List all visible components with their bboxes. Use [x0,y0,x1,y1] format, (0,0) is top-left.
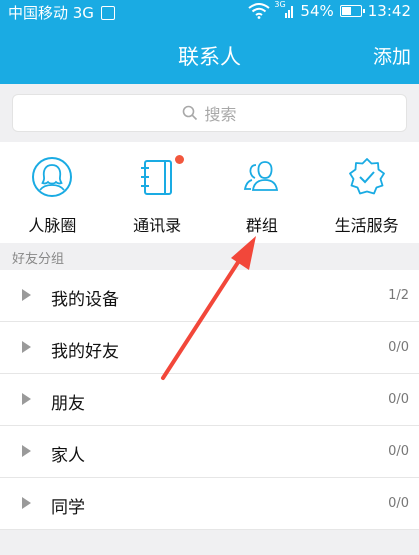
status-right: 3G 54% 13:42 [248,0,411,20]
add-button[interactable]: 添加 [373,42,411,69]
search-area: 搜索 [0,84,419,142]
group-name: 家人 [51,446,85,466]
verified-badge-icon [348,158,385,195]
group-name: 朋友 [51,394,85,414]
battery-percent: 54% [300,2,334,20]
group-name: 同学 [51,498,85,518]
shortcut-label: 人脉圈 [28,216,77,235]
expand-arrow-icon [22,289,31,301]
battery-fill [341,7,351,15]
group-count: 0/0 [388,392,409,407]
shortcut-label: 生活服务 [334,216,399,235]
shortcut-life-services[interactable]: 生活服务 [314,142,419,243]
shortcut-label: 群组 [245,216,278,235]
list-item[interactable]: 我的好友 0/0 [0,322,419,374]
group-icon [243,161,278,191]
status-bar: 中国移动 3G 3G 54% 13:42 [0,0,419,24]
shortcut-groups[interactable]: 群组 [210,142,315,243]
carrier-label: 中国移动 3G [8,2,115,23]
expand-arrow-icon [22,341,31,353]
cell-signal-icon: 3G [274,0,294,19]
list-item[interactable]: 朋友 0/0 [0,374,419,426]
group-count: 0/0 [388,444,409,459]
group-count: 1/2 [388,288,409,303]
list-item[interactable]: 家人 0/0 [0,426,419,478]
search-input[interactable]: 搜索 [12,94,407,132]
title-bar: 联系人 添加 [0,24,419,84]
group-name: 我的设备 [51,290,119,310]
person-circle-icon [32,157,73,197]
carrier-text: 中国移动 3G [8,4,94,22]
group-count: 0/0 [388,340,409,355]
shortcut-contacts-circle[interactable]: 人脉圈 [0,142,105,243]
group-count: 0/0 [388,496,409,511]
wifi-icon [248,3,271,19]
search-icon [183,105,198,121]
address-book-icon [141,160,173,195]
battery-icon [339,5,365,17]
list-item[interactable]: 同学 0/0 [0,478,419,530]
sim-icon [100,6,115,20]
expand-arrow-icon [22,445,31,457]
section-header: 好友分组 [12,252,65,267]
clock: 13:42 [367,2,411,20]
notification-badge [174,155,184,164]
shortcut-bar: 人脉圈 通讯录 群组 生活服务 [0,142,419,243]
expand-arrow-icon [22,497,31,509]
shortcut-label: 通讯录 [133,216,182,235]
search-placeholder: 搜索 [204,105,237,124]
group-list: 我的设备 1/2 我的好友 0/0 朋友 0/0 家人 0/0 同学 0/0 [0,270,419,530]
list-item[interactable]: 我的设备 1/2 [0,270,419,322]
page-title: 联系人 [178,45,241,69]
shortcut-address-book[interactable]: 通讯录 [105,142,210,243]
group-name: 我的好友 [51,342,119,362]
expand-arrow-icon [22,393,31,405]
